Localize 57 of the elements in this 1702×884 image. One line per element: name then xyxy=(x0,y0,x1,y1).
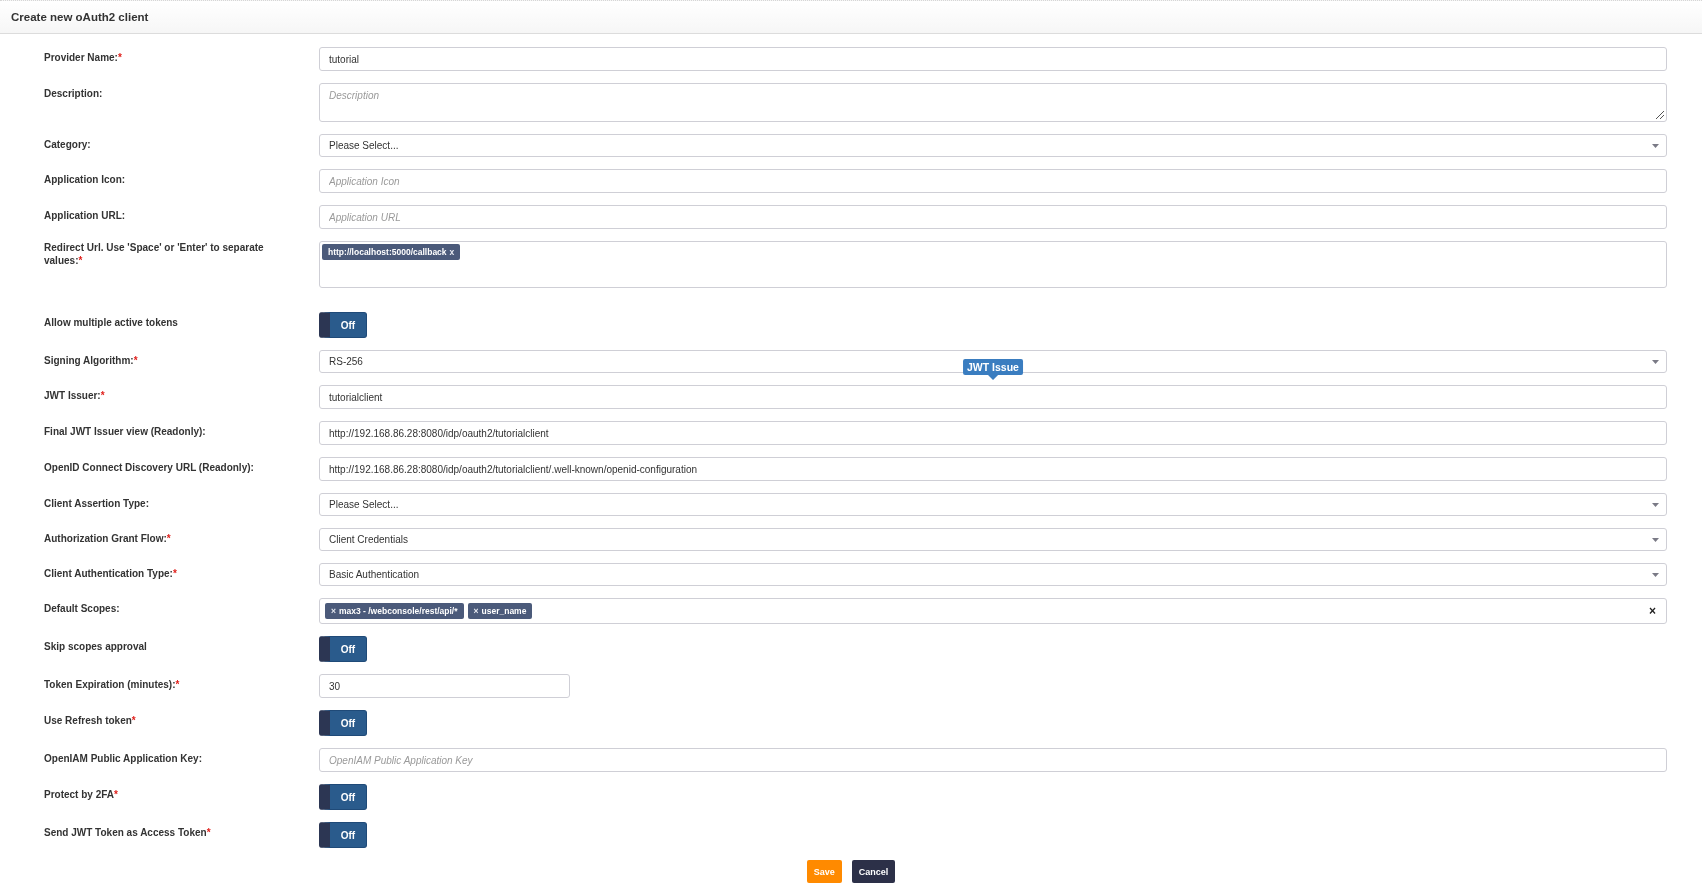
text-field[interactable]: Application URL xyxy=(319,205,1667,229)
field-label: Skip scopes approval xyxy=(44,640,147,653)
select-field[interactable]: Please Select... xyxy=(319,134,1667,157)
tooltip: JWT Issue xyxy=(963,359,1023,380)
resize-handle-icon[interactable] xyxy=(1655,110,1664,119)
page-title: Create new oAuth2 client xyxy=(11,11,149,23)
caret-icon xyxy=(1652,537,1659,542)
caret-icon xyxy=(1652,143,1659,148)
tag-remove-button[interactable]: × xyxy=(331,606,336,616)
text-field[interactable]: http://192.168.86.28:8080/idp/oauth2/tutorialclient/.well-known/openid-configuration xyxy=(319,457,1667,481)
field-label: Token Expiration (minutes):* xyxy=(44,678,180,691)
field-label: Client Assertion Type: xyxy=(44,497,149,510)
field-label: Authorization Grant Flow:* xyxy=(44,532,171,545)
field-label: Application Icon: xyxy=(44,173,126,186)
toggle-switch[interactable]: Off xyxy=(319,822,367,848)
field-label: Signing Algorithm:* xyxy=(44,354,138,367)
text-field[interactable]: Application Icon xyxy=(319,169,1667,193)
field-label: Final JWT Issuer view (Readonly): xyxy=(44,425,206,438)
multi-select-field[interactable]: × max3 - /webconsole/rest/api/* × user_name × xyxy=(319,598,1667,624)
text-field[interactable]: http://192.168.86.28:8080/idp/oauth2/tutorialclient xyxy=(319,421,1667,445)
tag-remove-button[interactable]: × xyxy=(473,606,479,616)
toggle-switch[interactable]: Off xyxy=(319,636,367,662)
select-field[interactable]: Please Select... xyxy=(319,493,1667,516)
select-field[interactable]: Client Credentials xyxy=(319,528,1667,551)
text-field[interactable]: OpenIAM Public Application Key xyxy=(319,748,1667,772)
toggle-switch[interactable]: Off xyxy=(319,784,367,810)
field-label: Use Refresh token* xyxy=(44,714,136,727)
tag-label: user_name xyxy=(481,606,527,616)
field-label: Description: xyxy=(44,87,103,100)
clear-all-button[interactable]: × xyxy=(1649,605,1656,617)
text-field[interactable]: tutorial xyxy=(319,47,1667,71)
caret-icon xyxy=(1652,502,1659,507)
select-field[interactable]: Basic Authentication xyxy=(319,563,1667,586)
tag-label: http://localhost:5000/callback xyxy=(328,247,447,257)
cancel-button[interactable]: Cancel xyxy=(851,860,896,883)
text-field[interactable]: tutorialclient xyxy=(319,385,1667,409)
field-label: Allow multiple active tokens xyxy=(44,316,178,329)
field-label: Default Scopes: xyxy=(44,602,120,615)
tag-input-field[interactable]: http://localhost:5000/callback x xyxy=(319,241,1667,288)
field-label: Redirect Url. Use 'Space' or 'Enter' to separate values:* xyxy=(44,241,265,267)
tag-remove-button[interactable]: x xyxy=(449,247,455,257)
field-label: OpenIAM Public Application Key: xyxy=(44,752,202,765)
number-field[interactable]: 30 xyxy=(319,674,570,698)
field-label: Application URL: xyxy=(44,209,126,222)
field-label: Provider Name:* xyxy=(44,51,122,64)
tag-label: max3 - /webconsole/rest/api/* xyxy=(338,606,458,616)
toggle-switch[interactable]: Off xyxy=(319,312,367,338)
field-label: OpenID Connect Discovery URL (Readonly): xyxy=(44,461,254,474)
caret-icon xyxy=(1652,359,1659,364)
caret-icon xyxy=(1652,572,1659,577)
textarea-field[interactable]: Description xyxy=(319,83,1667,122)
field-label: Protect by 2FA* xyxy=(44,788,118,801)
field-label: JWT Issuer:* xyxy=(44,389,105,402)
field-label: Category: xyxy=(44,138,91,151)
toggle-switch[interactable]: Off xyxy=(319,710,367,736)
field-label: Client Authentication Type:* xyxy=(44,567,177,580)
field-label: Send JWT Token as Access Token* xyxy=(44,826,211,839)
